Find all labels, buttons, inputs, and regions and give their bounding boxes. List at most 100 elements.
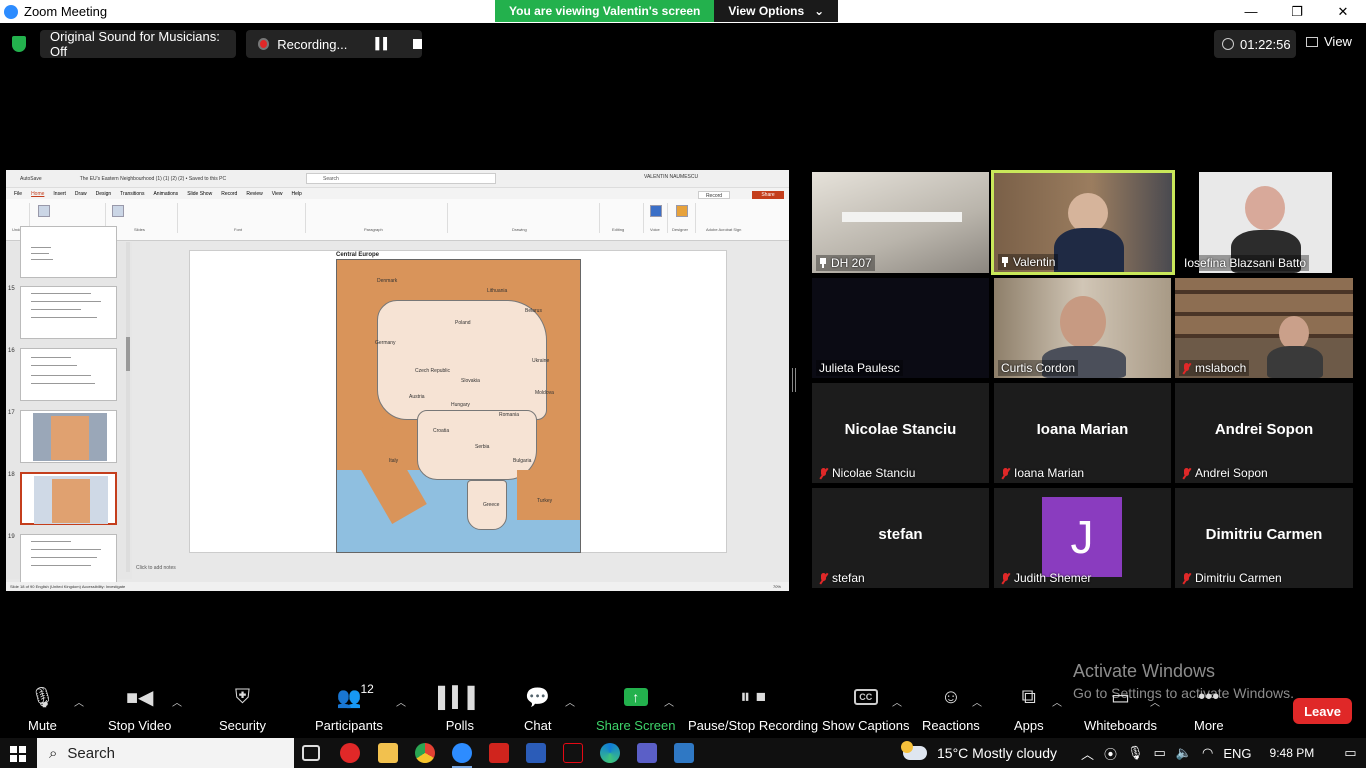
video-tile-curtis[interactable]: Curtis Cordon [994,278,1171,378]
leave-button[interactable]: Leave [1293,698,1352,724]
video-tile-iosefina[interactable]: Iosefina Blazsani Batto [1177,172,1354,273]
zoom-taskbar-icon[interactable] [452,743,472,768]
more-button[interactable]: ••• More [1194,684,1224,734]
ppt-tab[interactable]: File [14,191,22,197]
wifi-icon[interactable]: ◠ [1202,745,1213,761]
slide-thumbnail[interactable] [20,534,117,587]
stop-video-button[interactable]: ■◀ Stop Video [108,684,171,734]
whiteboards-options-caret-icon[interactable]: ︿ [1150,694,1160,709]
share-options-caret-icon[interactable]: ︿ [664,694,674,709]
camera-tray-icon[interactable]: ⦿ [1104,744,1117,763]
reactions-options-caret-icon[interactable]: ︿ [972,694,982,709]
acrobat-icon[interactable] [489,743,509,763]
apps-button[interactable]: ⧉ Apps [1014,684,1044,734]
show-hidden-icons-chevron-icon[interactable]: ︿ [1081,744,1094,763]
slide-notes[interactable]: Click to add notes [136,565,176,571]
microphone-tray-icon[interactable]: 🎙 [1127,745,1144,761]
video-tile-judith[interactable]: J Judith Shemer [994,488,1171,588]
ppt-record-button[interactable]: Record [698,191,730,199]
video-tile-julieta[interactable]: Julieta Paulesc [812,278,989,378]
taskbar-search-box[interactable]: ⌕ Search [37,738,294,768]
minimize-button[interactable]: — [1228,0,1274,23]
video-tile-andrei[interactable]: Andrei Sopon Andrei Sopon [1175,383,1353,483]
original-sound-indicator[interactable]: Original Sound for Musicians: Off [40,29,236,59]
view-button[interactable]: View [1306,34,1352,49]
slide-thumbnail[interactable] [20,226,117,278]
language-indicator[interactable]: ENG [1223,746,1251,761]
teams-icon[interactable] [637,743,657,763]
opera-icon[interactable] [340,743,360,763]
participants-icon: 👥 12 [336,682,374,709]
thumbnails-scrollbar[interactable] [126,242,130,572]
video-tile-dh207[interactable]: DH 207 [812,172,989,273]
whiteboards-label: Whiteboards [1084,718,1157,733]
ppt-tab[interactable]: Slide Show [187,191,212,197]
encryption-shield-icon[interactable] [12,36,26,52]
panel-splitter-handle[interactable] [792,368,796,392]
word-icon[interactable] [526,743,546,763]
apps-options-caret-icon[interactable]: ︿ [1052,694,1062,709]
chat-button[interactable]: 💬 Chat [524,684,551,734]
designer-icon[interactable] [676,205,688,217]
ppt-tab[interactable]: Draw [75,191,87,197]
ppt-tab[interactable]: Animations [153,191,178,197]
scrollbar-thumb[interactable] [126,337,130,371]
ppt-tab[interactable]: Design [96,191,112,197]
view-options-button[interactable]: View Options ⌄ [714,0,839,22]
captions-options-caret-icon[interactable]: ︿ [892,694,902,709]
ppt-tab[interactable]: View [272,191,283,197]
slide-thumbnail[interactable] [20,286,117,339]
file-explorer-icon[interactable] [378,743,398,763]
notifications-icon[interactable]: ▭ [1344,745,1356,761]
netflix-icon[interactable] [563,743,583,763]
restore-button[interactable]: ❐ [1274,0,1320,23]
clock-time[interactable]: 9:48 PM [1270,746,1315,760]
edge-icon[interactable] [600,743,620,763]
slide-thumbnail[interactable] [20,410,117,463]
ppt-statusbar: Slide 18 of 90 English (United Kingdom) … [6,582,789,591]
ppt-search-box[interactable]: Search [306,173,496,184]
new-slide-icon[interactable] [112,205,124,217]
dictate-icon[interactable] [650,205,662,217]
ppt-tab-home[interactable]: Home [31,191,44,197]
security-button[interactable]: ⛨ Security [219,684,266,734]
video-tile-stefan[interactable]: stefan stefan [812,488,989,588]
participants-button[interactable]: 👥 12 Participants [315,682,383,733]
photos-icon[interactable] [674,743,694,763]
battery-icon[interactable]: ▭ [1154,745,1166,761]
video-tile-mslaboch[interactable]: mslaboch [1175,278,1353,378]
whiteboards-button[interactable]: ▭ Whiteboards [1084,684,1157,734]
slide-canvas[interactable]: Central Europe Denmark Germany Poland Li… [189,250,727,553]
task-view-icon[interactable] [302,745,320,761]
weather-text[interactable]: 15°C Mostly cloudy [937,745,1057,761]
ppt-tab[interactable]: Transitions [120,191,144,197]
ppt-tab[interactable]: Insert [53,191,66,197]
participants-options-caret-icon[interactable]: ︿ [396,694,406,709]
paste-icon[interactable] [38,205,50,217]
video-tile-nicolae[interactable]: Nicolae Stanciu Nicolae Stanciu [812,383,989,483]
mute-button[interactable]: 🎙 Mute [28,684,57,734]
video-tile-dimitriu[interactable]: Dimitriu Carmen Dimitriu Carmen [1175,488,1353,588]
close-button[interactable]: ✕ [1320,0,1366,23]
pause-stop-recording-button[interactable]: ⏸ ⏹ Pause/Stop Recording [688,684,818,734]
video-tile-ioana[interactable]: Ioana Marian Ioana Marian [994,383,1171,483]
ppt-tab[interactable]: Record [221,191,237,197]
slide-thumbnail-selected[interactable] [20,472,117,525]
polls-button[interactable]: ▌▍▌ Polls [438,684,482,734]
pause-recording-icon[interactable]: ▌▌ [375,38,391,50]
video-tile-valentin[interactable]: Valentin [991,170,1175,275]
chat-options-caret-icon[interactable]: ︿ [565,694,575,709]
ppt-tab[interactable]: Review [246,191,262,197]
ppt-zoom-level[interactable]: 70% [773,582,781,591]
ppt-tab[interactable]: Help [291,191,301,197]
slide-thumbnail[interactable] [20,348,117,401]
chrome-icon[interactable] [415,743,435,763]
audio-options-caret-icon[interactable]: ︿ [74,694,84,709]
participant-name: Dimitriu Carmen [1195,571,1282,585]
volume-icon[interactable]: 🔈 [1176,745,1192,761]
stop-recording-icon[interactable] [412,39,422,49]
participant-name-label: Andrei Sopon [1179,465,1271,481]
windows-start-icon[interactable] [10,746,26,762]
ppt-share-button[interactable]: Share [752,191,784,199]
video-options-caret-icon[interactable]: ︿ [172,694,182,709]
